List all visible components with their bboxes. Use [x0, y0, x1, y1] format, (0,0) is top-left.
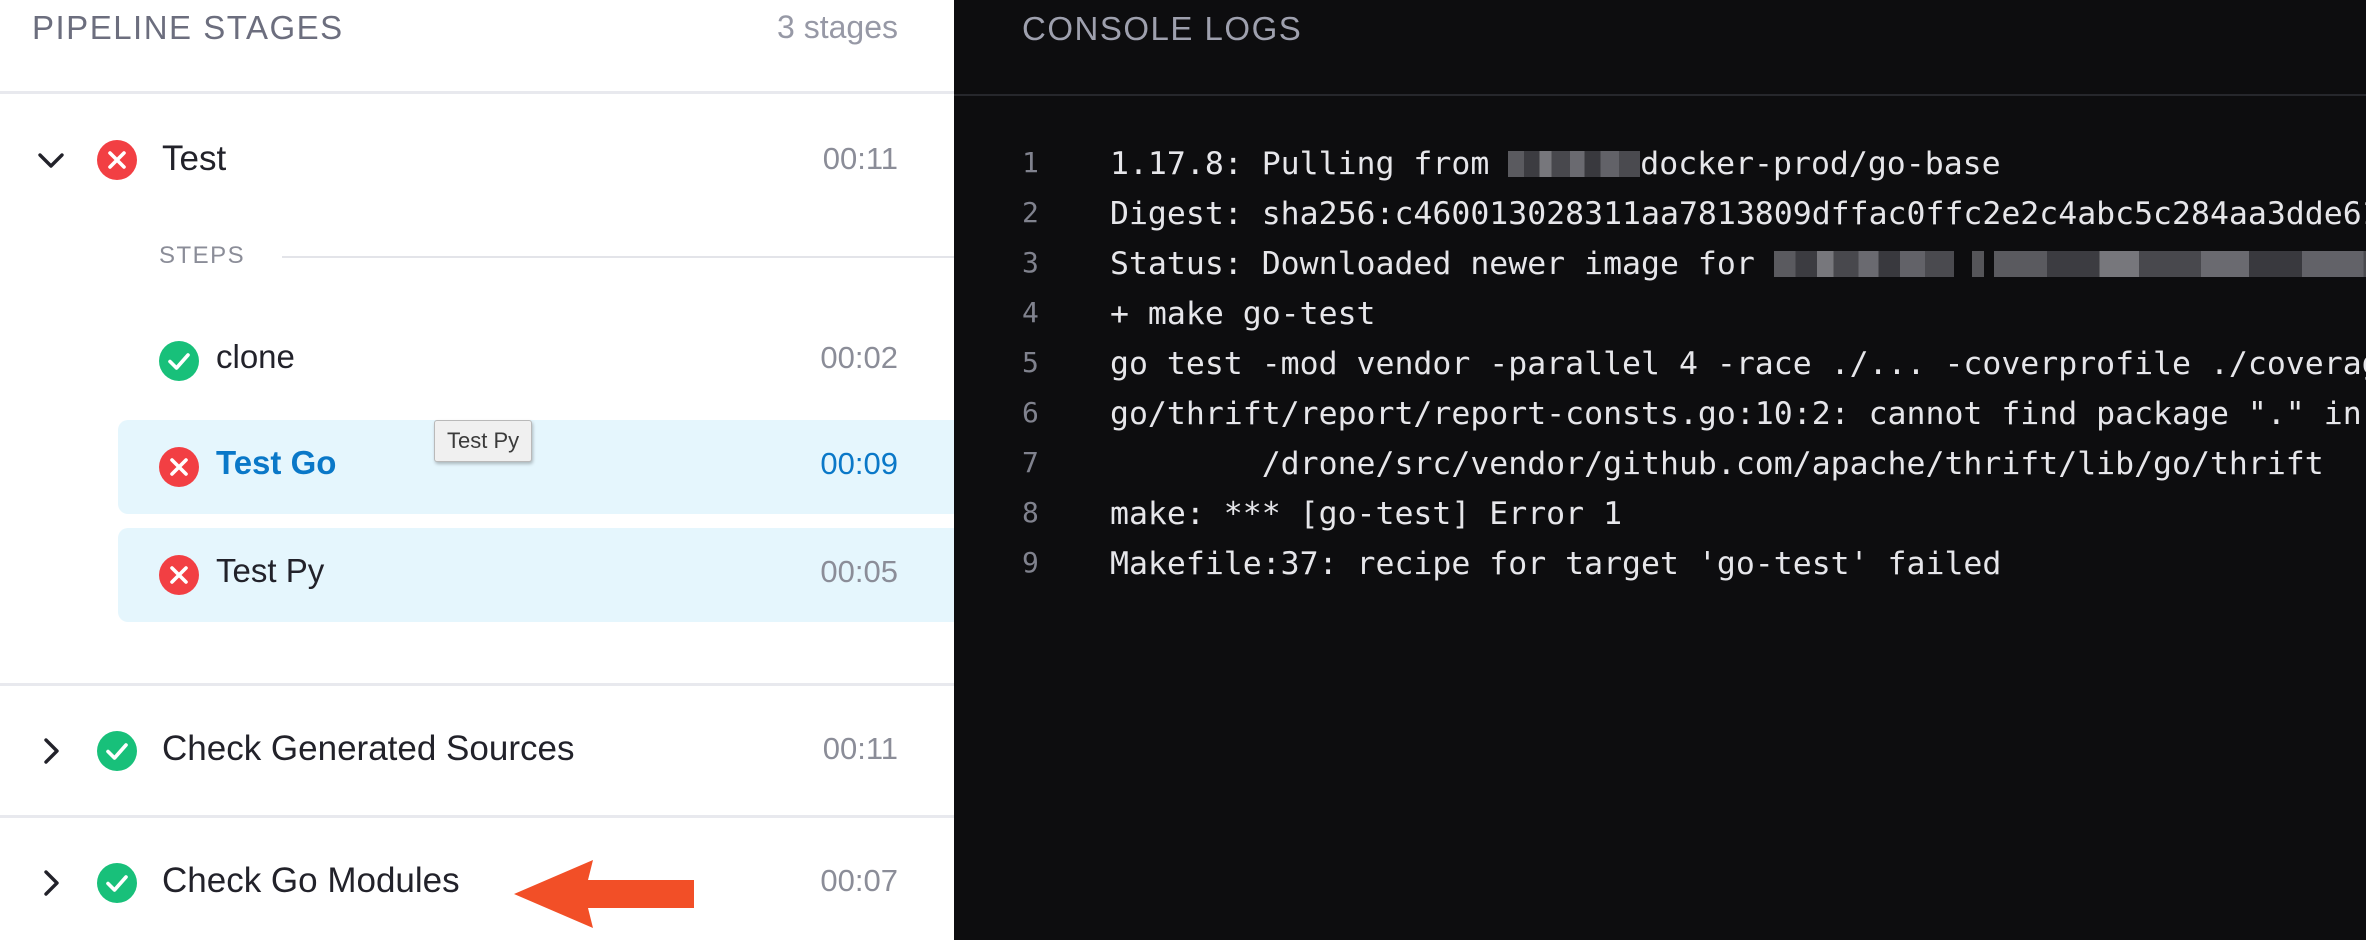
- line-text: go/thrift/report/report-consts.go:10:2: …: [1110, 396, 2366, 432]
- log-line: 5 go test -mod vendor -parallel 4 -race …: [954, 346, 2366, 396]
- step-test-go[interactable]: Test Go 00:09: [118, 420, 954, 514]
- step-duration: 00:05: [820, 554, 898, 589]
- line-number: 3: [1022, 246, 1039, 279]
- success-status-icon: [97, 863, 137, 903]
- line-number: 4: [1022, 296, 1039, 329]
- line-text: 1.17.8: Pulling from docker-prod/go-base: [1110, 146, 2001, 182]
- tooltip: Test Py: [434, 420, 533, 462]
- line-text: Digest: sha256:c460013028311aa7813809dff…: [1110, 196, 2366, 232]
- line-number: 2: [1022, 196, 1039, 229]
- stage-check-generated-sources[interactable]: Check Generated Sources 00:11: [0, 706, 954, 796]
- stage-name: Test: [162, 139, 227, 178]
- line-number: 9: [1022, 546, 1039, 579]
- step-name: clone: [216, 338, 295, 375]
- log-line: 8 make: *** [go-test] Error 1: [954, 496, 2366, 546]
- chevron-right-icon[interactable]: [37, 869, 65, 897]
- line-text: Makefile:37: recipe for target 'go-test'…: [1110, 546, 2002, 582]
- line-number: 5: [1022, 346, 1039, 379]
- console-header: CONSOLE LOGS: [954, 0, 2366, 96]
- console-logs-panel: CONSOLE LOGS 1 1.17.8: Pulling from dock…: [954, 0, 2366, 940]
- step-test-py[interactable]: Test Py 00:05: [118, 528, 954, 622]
- stage-name: Check Generated Sources: [162, 729, 575, 768]
- panel-title: PIPELINE STAGES: [32, 9, 344, 46]
- log-line: 1 1.17.8: Pulling from docker-prod/go-ba…: [954, 146, 2366, 196]
- success-status-icon: [97, 731, 137, 771]
- stage-duration: 00:11: [822, 141, 898, 176]
- steps-divider: [282, 256, 954, 258]
- line-number: 7: [1022, 446, 1039, 479]
- console-title: CONSOLE LOGS: [1022, 10, 1303, 47]
- chevron-right-icon[interactable]: [37, 737, 65, 765]
- stage-divider: [0, 815, 954, 818]
- log-line: 4 + make go-test: [954, 296, 2366, 346]
- stage-count: 3 stages: [777, 9, 898, 45]
- stage-divider: [0, 683, 954, 686]
- step-clone[interactable]: clone 00:02: [118, 314, 954, 408]
- chevron-down-icon[interactable]: [37, 146, 65, 174]
- failed-status-icon: [97, 140, 137, 180]
- line-number: 6: [1022, 396, 1039, 429]
- log-line: 9 Makefile:37: recipe for target 'go-tes…: [954, 546, 2366, 596]
- failed-status-icon: [159, 447, 199, 487]
- step-name: Test Go: [216, 444, 337, 481]
- line-text: go test -mod vendor -parallel 4 -race ./…: [1110, 346, 2366, 382]
- failed-status-icon: [159, 555, 199, 595]
- log-line: 7 /drone/src/vendor/github.com/apache/th…: [954, 446, 2366, 496]
- log-line: 2 Digest: sha256:c460013028311aa7813809d…: [954, 196, 2366, 246]
- line-text: /drone/src/vendor/github.com/apache/thri…: [1110, 446, 2324, 482]
- line-text: Status: Downloaded newer image for: [1110, 246, 2366, 282]
- line-text-part: 1.17.8: Pulling from: [1110, 146, 1509, 182]
- line-text: make: *** [go-test] Error 1: [1110, 496, 1623, 532]
- annotation-arrow-icon: [514, 860, 694, 928]
- step-duration: 00:02: [820, 340, 898, 375]
- success-status-icon: [159, 341, 199, 381]
- log-line: 6 go/thrift/report/report-consts.go:10:2…: [954, 396, 2366, 446]
- stage-check-go-modules[interactable]: Check Go Modules 00:07: [0, 838, 954, 928]
- redacted-block: [1508, 151, 1641, 177]
- stages-header: PIPELINE STAGES 3 stages: [0, 0, 954, 94]
- redacted-block: [1971, 251, 1984, 277]
- log-line: 3 Status: Downloaded newer image for: [954, 246, 2366, 296]
- line-text: + make go-test: [1110, 296, 1376, 332]
- steps-label: STEPS: [159, 242, 246, 269]
- redacted-block: [1773, 251, 1954, 277]
- line-text-part: Status: Downloaded newer image for: [1110, 246, 1774, 282]
- step-name: Test Py: [216, 552, 325, 589]
- step-duration: 00:09: [820, 446, 898, 481]
- stage-duration: 00:07: [820, 863, 898, 898]
- line-text-part: docker-prod/go-base: [1640, 146, 2001, 182]
- line-number: 1: [1022, 146, 1039, 179]
- line-number: 8: [1022, 496, 1039, 529]
- pipeline-stages-panel: PIPELINE STAGES 3 stages Test 00:11 STEP…: [0, 0, 954, 940]
- stage-test[interactable]: Test 00:11: [0, 116, 954, 206]
- stage-name: Check Go Modules: [162, 861, 460, 900]
- stage-duration: 00:11: [822, 731, 898, 766]
- redacted-block: [1993, 251, 2366, 277]
